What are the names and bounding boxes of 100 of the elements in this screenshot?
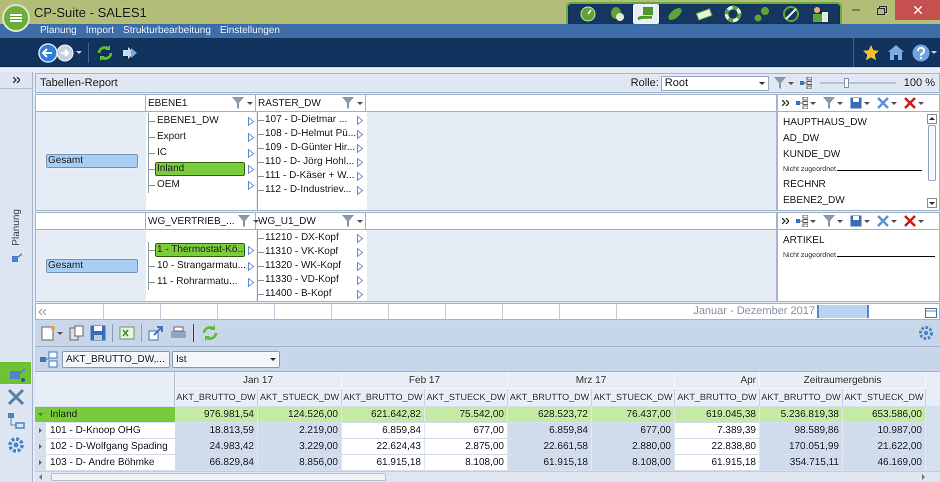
horizontal-scrollbar[interactable] (35, 471, 940, 482)
save-icon[interactable] (850, 97, 862, 109)
column-header[interactable]: AKT_BRUTTO_DW (760, 389, 843, 406)
scroll-up-icon[interactable] (926, 114, 936, 124)
close-button[interactable] (895, 0, 940, 20)
double-chevron-icon[interactable] (782, 218, 789, 224)
caret-icon[interactable] (864, 102, 870, 104)
spreadsheet-icon[interactable] (119, 325, 135, 341)
row-header[interactable]: 102 - D-Wolfgang Spading (46, 439, 175, 454)
tree-node[interactable]: 11400 - B-Kopf (264, 288, 354, 300)
caret-icon[interactable] (57, 332, 63, 334)
hierarchy-icon[interactable] (796, 215, 808, 227)
field-item[interactable]: ARTIKEL (783, 233, 939, 249)
caret-icon[interactable] (931, 51, 937, 54)
scrollbar[interactable] (926, 114, 937, 208)
column-header[interactable]: WG_VERTRIEB_... (146, 213, 256, 229)
expand-caret-icon[interactable] (38, 444, 43, 449)
menu-item[interactable]: Planung (40, 25, 77, 37)
version-dropdown[interactable]: Ist (172, 350, 280, 368)
role-dropdown[interactable]: Root (660, 76, 769, 90)
row-header[interactable]: 103 - D- Andre Böhmke (46, 455, 175, 470)
field-item[interactable]: AD_DW (783, 131, 926, 147)
scroll-left-icon[interactable] (38, 474, 43, 480)
tree-node[interactable]: Gesamt (46, 154, 138, 168)
save-icon[interactable] (90, 325, 106, 341)
hierarchy-icon[interactable] (40, 350, 58, 368)
column-header[interactable]: EBENE1 (146, 95, 256, 111)
refresh-icon[interactable] (95, 42, 115, 62)
export-icon[interactable] (148, 325, 164, 341)
column-header[interactable]: AKT_BRUTTO_DW (342, 389, 425, 406)
tree-node[interactable]: Gesamt (46, 258, 138, 272)
printer-icon[interactable] (170, 326, 187, 340)
caret-icon[interactable] (891, 220, 897, 222)
caret-icon[interactable] (918, 220, 924, 222)
tree-node[interactable]: 11310 - VK-Kopf (264, 246, 354, 258)
expand-caret-icon[interactable] (38, 460, 43, 465)
column-header[interactable]: RASTER_DW (256, 95, 366, 111)
save-icon[interactable] (850, 215, 862, 227)
caret-icon[interactable] (357, 220, 363, 222)
tree-node[interactable]: 110 - D- Jörg Hohl... (264, 156, 354, 168)
menu-item[interactable]: Import (86, 25, 114, 37)
column-header[interactable]: WG_U1_DW (256, 213, 366, 229)
tree-node[interactable]: 10 - Strangarmatu... (155, 259, 245, 273)
tree-node[interactable]: 11330 - VD-Kopf (264, 274, 354, 286)
collapse-caret-icon[interactable] (38, 412, 43, 417)
tree-node[interactable]: Inland (155, 162, 245, 176)
scroll-down-icon[interactable] (926, 198, 936, 208)
double-chevron-icon[interactable] (12, 77, 20, 83)
delete-icon[interactable] (904, 97, 916, 109)
sidebar-label[interactable]: Planung (8, 209, 24, 246)
row-header[interactable]: 101 - D-Knoop OHG (46, 423, 175, 438)
delete-icon[interactable] (904, 215, 916, 227)
menu-item[interactable]: Einstellungen (220, 25, 280, 37)
home-icon[interactable] (887, 44, 905, 61)
tree-node[interactable]: 107 - D-Dietmar ... (264, 114, 354, 126)
column-header[interactable]: AKT_STUECK_DW (258, 389, 342, 406)
tree-node[interactable]: 109 - D-Günter Hir... (264, 142, 354, 154)
caret-icon[interactable] (252, 220, 259, 222)
caret-icon[interactable] (357, 102, 363, 104)
caret-icon[interactable] (891, 102, 897, 104)
caret-icon[interactable] (76, 51, 82, 54)
tree-node[interactable]: IC (155, 146, 245, 160)
tree-node[interactable]: 111 - D-Käser + W... (264, 170, 354, 182)
calendar-icon[interactable] (925, 306, 937, 318)
new-document-icon[interactable] (41, 325, 55, 341)
tree-node[interactable]: 11 - Rohrarmatu... (155, 275, 245, 289)
forward-icon[interactable] (56, 44, 74, 62)
star-icon[interactable] (862, 44, 880, 61)
caret-icon[interactable] (810, 220, 816, 222)
scroll-left-icon[interactable] (38, 308, 47, 316)
caret-icon[interactable] (788, 82, 794, 84)
scroll-right-icon[interactable] (921, 474, 926, 480)
double-chevron-icon[interactable] (782, 100, 789, 106)
field-item[interactable]: HAUPTHAUS_DW (783, 115, 926, 131)
caret-icon[interactable] (810, 102, 816, 104)
settings-icon[interactable] (918, 325, 934, 341)
measure-dropdown[interactable]: AKT_BRUTTO_DW,... (62, 350, 170, 368)
help-icon[interactable] (912, 44, 930, 62)
tree-node[interactable]: 11320 - WK-Kopf (264, 260, 354, 272)
tree-node[interactable]: 11210 - DX-Kopf (264, 232, 354, 244)
zoom-slider[interactable] (820, 78, 896, 88)
column-header[interactable]: AKT_BRUTTO_DW (675, 389, 760, 406)
caret-icon[interactable] (864, 220, 870, 222)
field-item[interactable]: EBENE2_DW (783, 193, 926, 209)
caret-icon[interactable] (247, 102, 253, 104)
column-header[interactable]: AKT_BRUTTO_DW (175, 389, 258, 406)
cross-icon[interactable] (877, 97, 889, 109)
double-arrow-icon[interactable] (122, 46, 138, 60)
field-item[interactable]: RECHNR (783, 177, 926, 193)
caret-icon[interactable] (837, 220, 843, 222)
column-header[interactable]: AKT_BRUTTO_DW (508, 389, 592, 406)
tree-node[interactable]: OEM (155, 178, 245, 192)
tree-node[interactable]: 108 - D-Helmut Pü... (264, 128, 354, 140)
column-header[interactable]: AKT_STUECK_DW (843, 389, 926, 406)
column-header[interactable]: AKT_STUECK_DW (592, 389, 675, 406)
field-item[interactable]: KUNDE_DW (783, 147, 926, 163)
tree-node[interactable]: Export (155, 130, 245, 144)
tree-node[interactable]: 112 - D-Industriev... (264, 184, 354, 196)
tree-node[interactable]: EBENE1_DW (155, 114, 245, 128)
hierarchy-icon[interactable] (796, 97, 808, 109)
